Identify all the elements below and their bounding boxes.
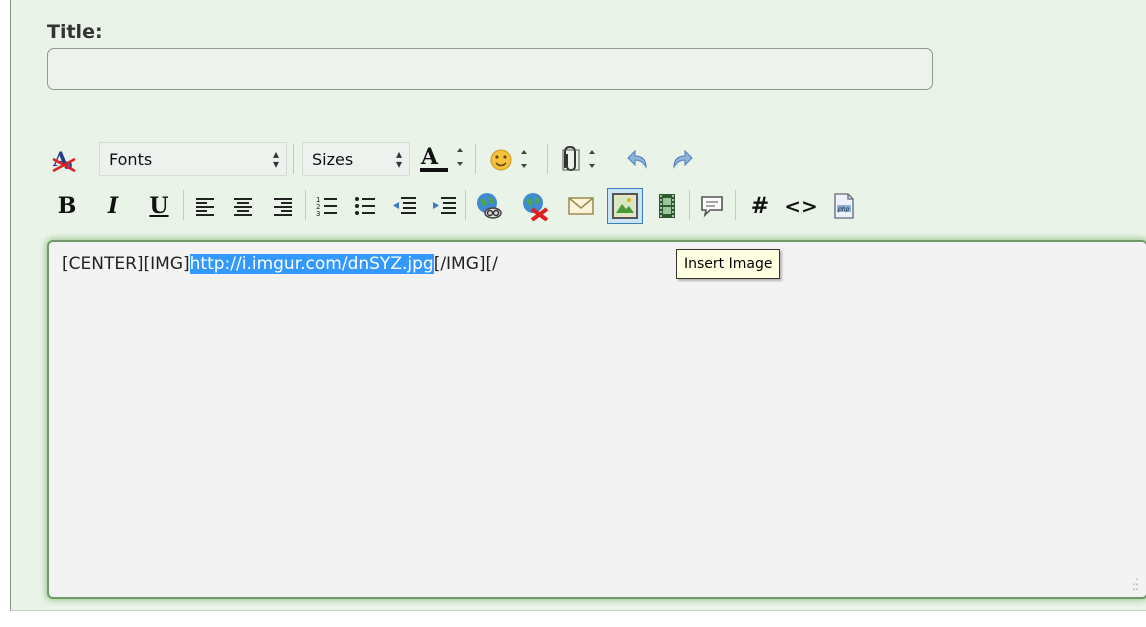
editor-text-before: [CENTER][IMG] [62, 254, 190, 274]
font-color-icon[interactable]: A [417, 142, 471, 176]
font-select[interactable]: Fonts ▴ ▾ [99, 142, 287, 176]
toolbar-separator [305, 190, 306, 220]
editor-text-after: [/IMG][/ [433, 254, 498, 274]
remove-link-icon[interactable] [519, 190, 551, 222]
size-select-label: Sizes [312, 149, 354, 169]
align-right-icon[interactable] [269, 192, 297, 220]
svg-text:3: 3 [316, 210, 320, 218]
toolbar-separator [293, 144, 294, 174]
outdent-icon[interactable] [389, 192, 419, 220]
toolbar-row-1: A a Fonts ▴ ▾ Sizes ▴ ▾ A [47, 140, 747, 178]
insert-video-icon[interactable] [653, 192, 681, 220]
svg-text:php: php [837, 206, 850, 213]
italic-button[interactable]: I [99, 190, 127, 222]
size-select[interactable]: Sizes ▴ ▾ [302, 142, 410, 176]
message-editor[interactable]: [CENTER][IMG]http://i.imgur.com/dnSYZ.jp… [47, 240, 1146, 599]
toolbar-separator [689, 190, 690, 220]
align-left-icon[interactable] [191, 192, 219, 220]
wrap-code-icon[interactable]: <> [784, 190, 818, 222]
title-input[interactable] [47, 48, 933, 90]
wrap-php-icon[interactable]: php [829, 190, 859, 222]
underline-button[interactable]: U [145, 190, 173, 222]
quote-icon[interactable] [697, 192, 727, 220]
editor-selected-text: http://i.imgur.com/dnSYZ.jpg [189, 254, 434, 274]
select-arrows-icon: ▴ ▾ [272, 147, 279, 171]
redo-icon[interactable] [667, 144, 697, 174]
editor-content: [CENTER][IMG]http://i.imgur.com/dnSYZ.jp… [62, 254, 498, 274]
ordered-list-icon[interactable]: 1 2 3 [313, 192, 341, 220]
align-center-icon[interactable] [229, 192, 257, 220]
svg-text:A: A [420, 144, 439, 170]
toolbar-separator [183, 190, 184, 220]
insert-link-icon[interactable] [473, 190, 505, 222]
select-arrows-icon: ▴ ▾ [395, 147, 402, 171]
font-select-label: Fonts [109, 149, 153, 169]
bold-button[interactable]: B [53, 190, 81, 222]
remove-format-icon[interactable]: A a [49, 144, 79, 174]
insert-image-tooltip: Insert Image [676, 249, 781, 279]
post-form-panel: Title: A a Fonts ▴ ▾ Sizes ▴ ▾ A B I U 1… [10, 0, 1146, 611]
toolbar-separator [475, 144, 476, 174]
unordered-list-icon[interactable] [351, 192, 379, 220]
title-label: Title: [47, 21, 103, 43]
toolbar-row-2: B I U 1 2 3 # <> php [47, 186, 967, 226]
undo-icon[interactable] [623, 144, 653, 174]
insert-image-icon[interactable] [607, 188, 643, 224]
resize-grip-icon[interactable]: .:.: [1132, 575, 1139, 592]
indent-icon[interactable] [429, 192, 459, 220]
insert-email-icon[interactable] [565, 192, 597, 220]
smilies-icon[interactable] [487, 142, 541, 176]
toolbar-separator [547, 144, 548, 174]
toolbar-separator [735, 190, 736, 220]
wrap-hash-icon[interactable]: # [745, 190, 775, 222]
toolbar-separator [465, 190, 466, 220]
attachment-icon[interactable] [555, 142, 609, 176]
